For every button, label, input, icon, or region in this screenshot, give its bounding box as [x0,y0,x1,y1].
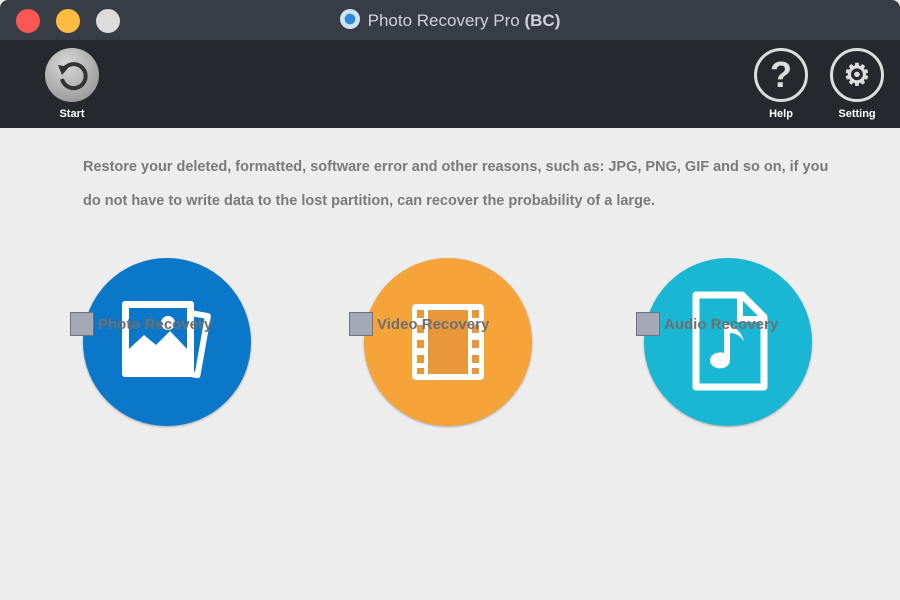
audio-recovery-option[interactable] [644,258,814,426]
photo-recovery-label: Photo Recovery [98,315,213,333]
photo-icon[interactable] [83,258,251,426]
setting-label: Setting [838,108,876,120]
restore-icon [45,48,99,102]
start-label: Start [59,108,85,120]
audio-recovery-label: Audio Recovery [664,315,779,333]
photo-recovery-checkbox[interactable]: Photo Recovery [70,312,212,336]
checkbox[interactable] [636,312,660,336]
setting-button[interactable]: ⚙ Setting [822,48,892,120]
audio-recovery-checkbox[interactable]: Audio Recovery [636,312,778,336]
title-text: Photo Recovery Pro [367,11,520,30]
start-button[interactable]: Start [37,48,107,120]
description-text: Restore your deleted, formatted, softwar… [83,159,829,209]
checkbox[interactable] [70,312,94,336]
title-suffix: (BC) [524,11,561,30]
help-icon: ? [754,48,808,102]
video-recovery-label: Video Recovery [377,315,490,333]
toolbar: Start ? Help ⚙ Setting [0,40,900,128]
app-icon [339,9,360,29]
title-bar: Photo Recovery Pro (BC) [0,0,900,40]
video-recovery-option[interactable] [364,258,534,426]
photo-recovery-option[interactable] [83,258,253,426]
main-panel: Restore your deleted, formatted, softwar… [0,128,900,600]
checkbox[interactable] [349,312,373,336]
gear-icon: ⚙ [830,48,884,102]
help-label: Help [769,108,793,120]
music-file-icon[interactable] [644,258,812,426]
film-icon[interactable] [364,258,532,426]
help-button[interactable]: ? Help [746,48,816,120]
video-recovery-checkbox[interactable]: Video Recovery [349,312,489,336]
window-title: Photo Recovery Pro (BC) [0,9,900,31]
